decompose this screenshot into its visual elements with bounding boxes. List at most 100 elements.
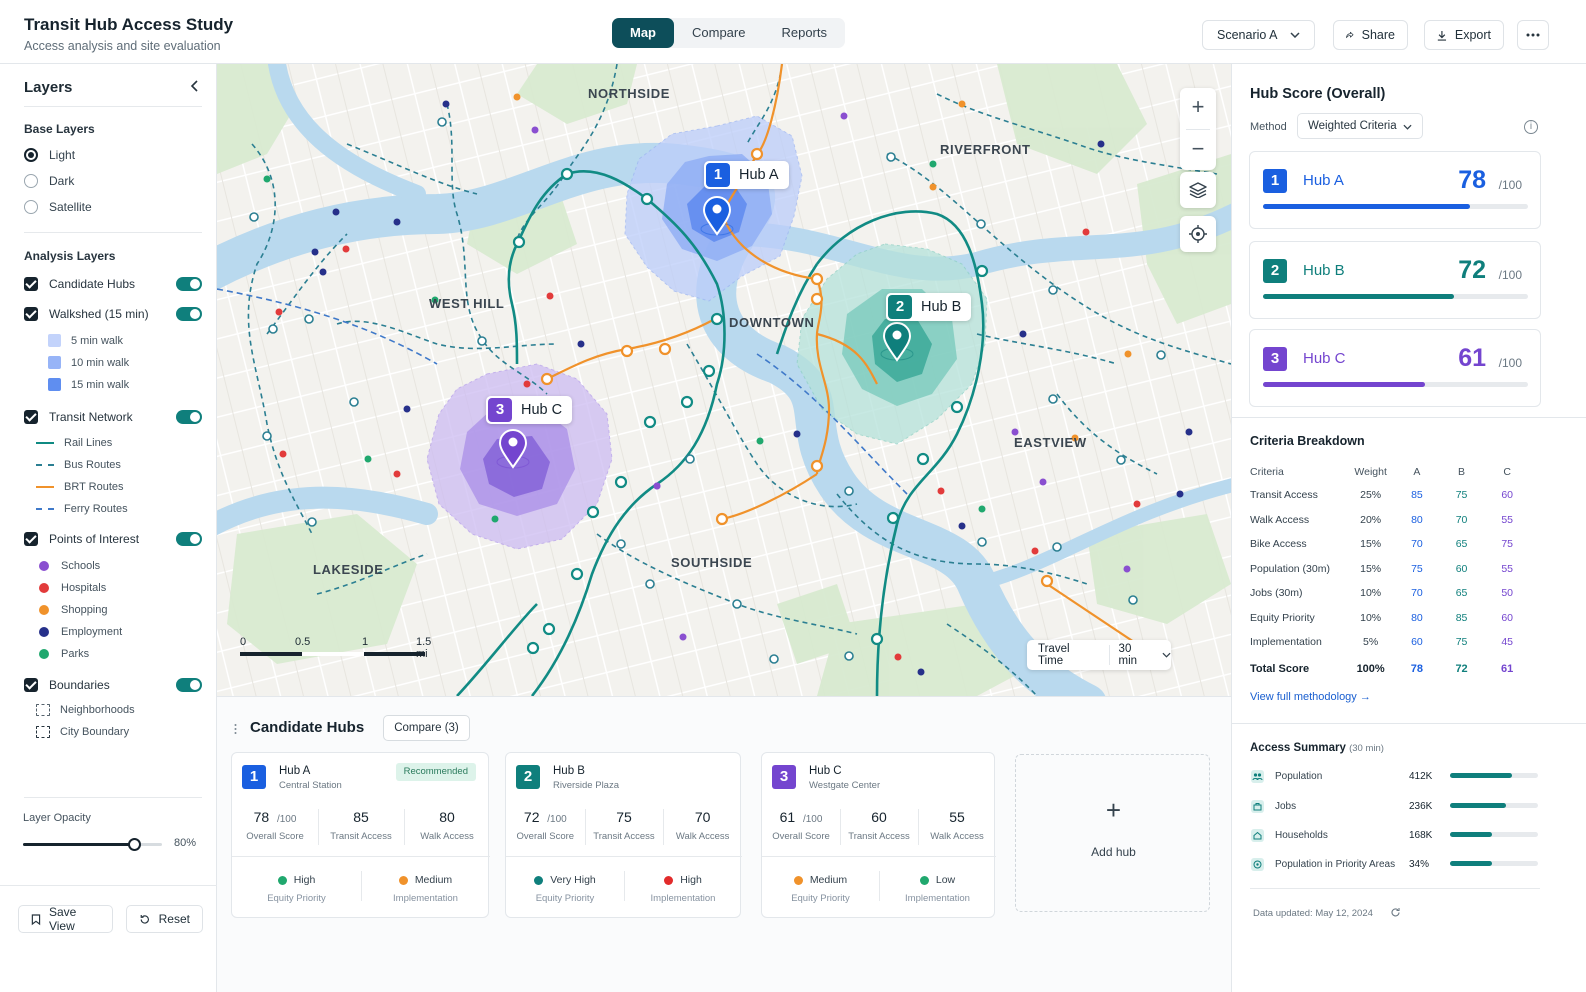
swatch — [39, 605, 49, 615]
legend-hospitals: Hospitals — [39, 582, 106, 594]
access-value: 236K — [1409, 801, 1433, 812]
more-options-button[interactable] — [1517, 20, 1549, 50]
rating-label: Implementation — [393, 893, 458, 904]
legend-label: 10 min walk — [71, 356, 130, 369]
legend-5min: 5 min walk — [48, 334, 123, 347]
recommended-badge: Recommended — [395, 763, 476, 781]
score-card-hub-c[interactable]: 3 Hub C 61 /100 — [1249, 329, 1541, 407]
table-cell: 80 — [1411, 611, 1423, 624]
base-layer-light[interactable]: Light — [24, 148, 75, 162]
metric-label: Transit Access — [330, 831, 392, 842]
hub-b-label[interactable]: 2 Hub B — [886, 293, 972, 321]
target-icon — [1251, 858, 1264, 871]
travel-time-control[interactable]: Travel Time 30 min — [1027, 640, 1171, 670]
base-layer-dark[interactable]: Dark — [24, 174, 74, 188]
add-hub-button[interactable]: + Add hub — [1015, 754, 1210, 912]
hub-c-label[interactable]: 3 Hub C — [486, 396, 573, 424]
metric-value: 78 /100 — [232, 809, 318, 825]
compare-button[interactable]: Compare (3) — [383, 715, 470, 741]
overall-score: 78 — [253, 809, 270, 825]
checkbox[interactable] — [24, 532, 38, 546]
swatch — [48, 356, 61, 369]
crosshair-icon — [1189, 225, 1207, 243]
table-cell: 85 — [1455, 611, 1468, 624]
chevron-left-icon[interactable] — [188, 79, 202, 93]
access-label: Population in Priority Areas — [1275, 859, 1396, 870]
legend-label: Neighborhoods — [60, 704, 135, 716]
score-fill — [1263, 204, 1470, 209]
tab-reports[interactable]: Reports — [763, 18, 845, 48]
legend-label: Bus Routes — [64, 459, 121, 471]
layer-label: Boundaries — [49, 678, 110, 692]
radio-button[interactable] — [24, 148, 38, 162]
toggle-switch[interactable] — [176, 532, 202, 546]
access-fill — [1450, 803, 1507, 808]
score-card-hub-a[interactable]: 1 Hub A 78 /100 — [1249, 151, 1541, 229]
checkbox[interactable] — [24, 307, 38, 321]
table-cell: 25% — [1360, 489, 1382, 502]
layers-title: Layers — [24, 79, 73, 96]
toggle-switch[interactable] — [176, 410, 202, 424]
share-button[interactable]: Share — [1333, 20, 1408, 50]
toggle-switch[interactable] — [176, 277, 202, 291]
chevron-down-icon — [1403, 124, 1412, 130]
table-header-row: Criteria Weight A B C — [1250, 461, 1530, 483]
hub-card-hub-b[interactable]: 2 Hub B Riverside Plaza 72 /100 Overall Scor… — [505, 752, 742, 918]
rating-text: Low — [935, 874, 956, 886]
implementation: High Implementation — [624, 874, 742, 904]
table-cell: 75 — [1411, 562, 1423, 575]
hub-card-hub-c[interactable]: 3 Hub C Westgate Center 61 /100 Overall Scor… — [761, 752, 996, 918]
access-row-jobs: Jobs 236K — [1250, 798, 1540, 818]
score-card-hub-b[interactable]: 2 Hub B 72 /100 — [1249, 241, 1541, 319]
legend-ferry: Ferry Routes — [36, 503, 128, 515]
export-button[interactable]: Export — [1424, 20, 1504, 50]
base-layer-satellite[interactable]: Satellite — [24, 200, 92, 214]
zoom-in-button[interactable]: + — [1180, 88, 1216, 128]
layer-opacity-label: Layer Opacity — [23, 812, 91, 824]
rating-label: Equity Priority — [791, 893, 850, 904]
checkbox[interactable] — [24, 410, 38, 424]
tab-compare[interactable]: Compare — [674, 18, 763, 48]
opacity-slider[interactable] — [23, 838, 162, 851]
info-icon[interactable]: i — [1524, 120, 1538, 134]
checkbox[interactable] — [24, 277, 38, 291]
overall-score: 61 — [779, 809, 796, 825]
criteria-table: Criteria Weight A B C Transit Access 25% 8… — [1250, 461, 1530, 683]
radio-button[interactable] — [24, 200, 38, 214]
population-icon — [1251, 770, 1264, 783]
toggle-switch[interactable] — [176, 307, 202, 321]
hub-card-hub-a[interactable]: 1 Hub A Central Station Recommended 78 /100 O… — [231, 752, 490, 918]
radio-button[interactable] — [24, 174, 38, 188]
overall-score: 72 — [523, 809, 540, 825]
method-select[interactable]: Weighted Criteria — [1297, 113, 1423, 139]
map-view[interactable]: NORTHSIDE RIVERFRONT WEST HILL DOWNTOWN … — [217, 64, 1231, 696]
scenario-select[interactable]: Scenario A — [1202, 20, 1315, 50]
divider — [24, 232, 202, 233]
view-methodology-link[interactable]: View full methodology → — [1250, 691, 1371, 703]
drag-handle-icon[interactable] — [234, 723, 240, 735]
layer-label: Candidate Hubs — [49, 277, 136, 291]
hub-score-panel: Hub Score (Overall) Method Weighted Crit… — [1231, 64, 1586, 992]
layers-button[interactable] — [1180, 172, 1216, 208]
toggle-switch[interactable] — [176, 678, 202, 692]
hub-name: Hub A — [739, 167, 779, 183]
access-bar — [1450, 803, 1538, 808]
scale-label: 1.5 mi — [416, 636, 432, 660]
hub-name: Hub C — [1303, 350, 1346, 367]
hub-location: Central Station — [279, 780, 342, 791]
reset-button[interactable]: Reset — [126, 905, 203, 933]
checkbox[interactable] — [24, 678, 38, 692]
refresh-icon[interactable] — [1390, 907, 1401, 918]
legend-label: Ferry Routes — [64, 503, 128, 515]
overall-score-metric: 78 /100 Overall Score — [232, 809, 318, 842]
share-label: Share — [1361, 28, 1395, 42]
app-subtitle: Access analysis and site evaluation — [24, 39, 221, 53]
tab-map[interactable]: Map — [612, 18, 674, 48]
hub-a-label[interactable]: 1 Hub A — [704, 161, 789, 189]
legend-15min: 15 min walk — [48, 378, 129, 391]
save-view-button[interactable]: Save View — [18, 905, 113, 933]
zoom-out-button[interactable]: − — [1180, 130, 1216, 170]
travel-time-label: Travel Time — [1038, 643, 1070, 667]
locate-button[interactable] — [1180, 216, 1216, 252]
slider-handle[interactable] — [128, 838, 142, 851]
